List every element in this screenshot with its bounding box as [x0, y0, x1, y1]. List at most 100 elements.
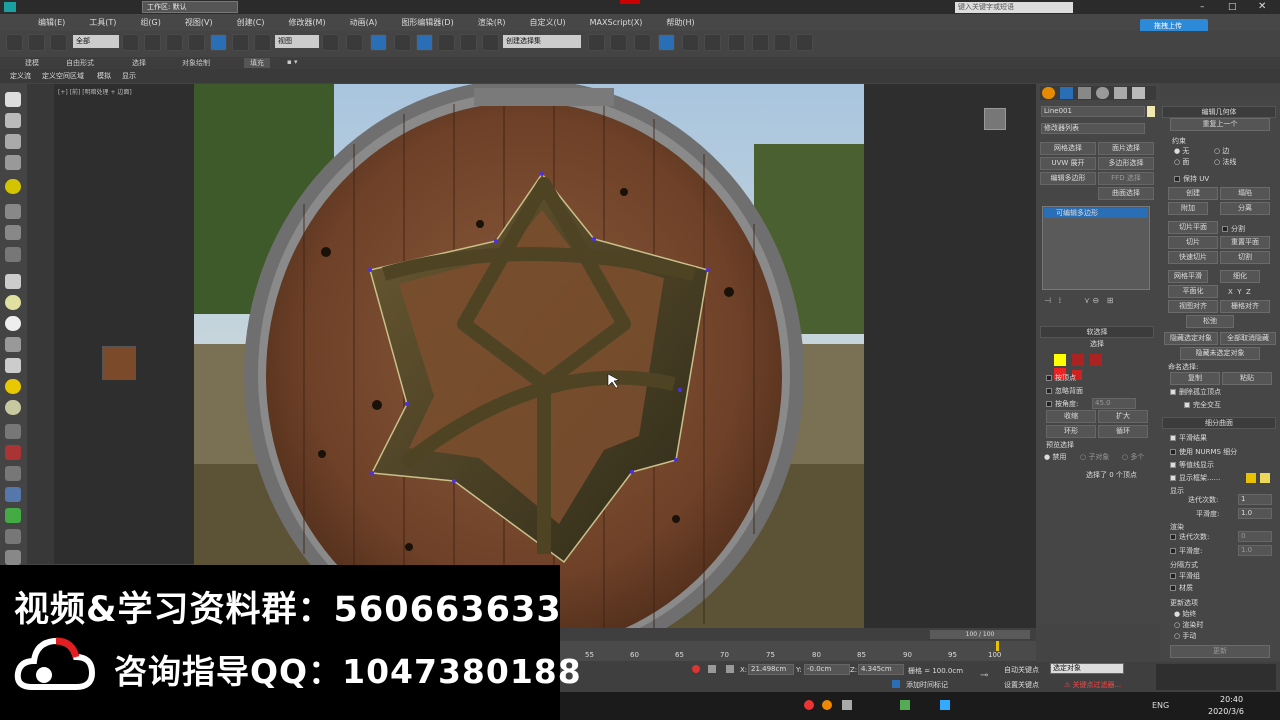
render-setup-icon[interactable]	[752, 34, 769, 51]
mirror-icon[interactable]	[588, 34, 605, 51]
slice-plane-button[interactable]: 切片平面	[1168, 221, 1218, 234]
plane-icon[interactable]	[5, 134, 21, 149]
key-filters-button[interactable]: ⚠ 关键点过滤器...	[1064, 680, 1121, 690]
menu-graph-editors[interactable]: 图形编辑器(D)	[389, 17, 465, 28]
split-checkbox[interactable]	[1222, 226, 1228, 232]
paste-button[interactable]: 粘贴	[1222, 372, 1272, 385]
track-bar[interactable]: 55 60 65 70 75 80 85 90 95 100	[560, 641, 1036, 661]
rotate-tool-icon[interactable]	[5, 225, 21, 240]
shrink-button[interactable]: 收缩	[1046, 410, 1096, 423]
subdivision-surface-header[interactable]: 细分曲面	[1162, 417, 1276, 429]
select-rotate-icon[interactable]	[232, 34, 249, 51]
search-input[interactable]: 键入关键字或短语	[955, 2, 1073, 13]
cage-color-swatch[interactable]	[1246, 473, 1256, 483]
preview-multi-radio[interactable]: ○ 多个	[1122, 452, 1144, 462]
simulate[interactable]: 模拟	[97, 71, 111, 81]
update-rendering-radio[interactable]: ○ 渲染时	[1174, 620, 1203, 630]
select-scale-icon[interactable]	[254, 34, 271, 51]
close-icon[interactable]: ✕	[1258, 1, 1266, 12]
delete-isolated-checkbox[interactable]	[1170, 389, 1176, 395]
update-manual-radio[interactable]: ○ 手动	[1174, 631, 1196, 641]
playback-controls[interactable]	[1156, 664, 1276, 690]
viewport-label[interactable]: [+] [前] [明暗处理 + 边面]	[58, 87, 132, 96]
view-align-button[interactable]: 视图对齐	[1168, 300, 1218, 313]
app-icon-green[interactable]	[900, 700, 910, 710]
lock-icon[interactable]	[708, 665, 716, 673]
viewport-right-area[interactable]	[864, 84, 1036, 629]
planar-axis-buttons[interactable]: X Y Z	[1228, 288, 1251, 296]
menu-animation[interactable]: 动画(A)	[338, 17, 390, 28]
x-coordinate-field[interactable]: 21.498cm	[748, 664, 794, 675]
constraint-none-radio[interactable]: ● 无	[1174, 146, 1189, 156]
dome-icon[interactable]	[5, 295, 21, 310]
abs-mode-icon[interactable]	[726, 665, 734, 673]
detach-button[interactable]: 分离	[1220, 202, 1270, 215]
menu-create[interactable]: 创建(C)	[225, 17, 277, 28]
percent-snap-icon[interactable]	[438, 34, 455, 51]
link-icon[interactable]	[6, 34, 23, 51]
align-icon[interactable]	[610, 34, 627, 51]
soft-selection-rollout[interactable]: 软选择	[1040, 326, 1154, 338]
ignore-backfacing-checkbox[interactable]	[1046, 388, 1052, 394]
utilities-tab-icon[interactable]	[1132, 87, 1145, 99]
tab-selection[interactable]: 选择	[132, 58, 146, 68]
viewport-scene[interactable]	[194, 84, 864, 629]
meshsmooth-button[interactable]: 网格平滑	[1168, 270, 1208, 283]
vertex-level-icon[interactable]	[1054, 354, 1066, 366]
menu-tools[interactable]: 工具(T)	[77, 17, 128, 28]
set-key-button[interactable]: 设置关键点	[1004, 680, 1039, 690]
hierarchy-tab-icon[interactable]	[1078, 87, 1091, 99]
viewcube-icon[interactable]	[984, 108, 1006, 130]
grid-icon[interactable]	[5, 155, 21, 170]
edit-named-sets-icon[interactable]	[482, 34, 499, 51]
key-icon[interactable]: ⊸	[980, 670, 988, 681]
schematic-view-icon[interactable]	[704, 34, 721, 51]
render-smoothness-checkbox[interactable]	[1170, 548, 1176, 554]
layer-explorer-icon[interactable]	[634, 34, 651, 51]
ffd-select-button[interactable]: FFD 选择	[1098, 172, 1154, 185]
surface-select-button[interactable]: 曲面选择	[1098, 187, 1154, 200]
ribbon-options-icon[interactable]: ▪ ▾	[287, 58, 297, 66]
sun-icon[interactable]	[5, 379, 21, 394]
curve-editor-icon[interactable]	[682, 34, 699, 51]
repeat-last-button[interactable]: 重复上一个	[1170, 118, 1270, 131]
constraint-edge-radio[interactable]: ○ 边	[1214, 146, 1229, 156]
hide-selected-button[interactable]: 隐藏选定对象	[1164, 332, 1218, 345]
border-level-icon[interactable]	[1090, 354, 1102, 366]
select-object-icon[interactable]	[122, 34, 139, 51]
key-mode-dropdown[interactable]: 选定对象	[1050, 663, 1124, 674]
window-crossing-icon[interactable]	[188, 34, 205, 51]
rect-selection-icon[interactable]	[166, 34, 183, 51]
workspace-selector[interactable]: 工作区: 默认	[142, 1, 238, 13]
relax-button[interactable]: 松弛	[1186, 315, 1234, 328]
isolate-icon[interactable]	[692, 665, 700, 673]
select-move-icon[interactable]	[210, 34, 227, 51]
box-icon[interactable]	[5, 113, 21, 128]
menu-modifiers[interactable]: 修改器(M)	[276, 17, 337, 28]
scale-tool-icon[interactable]	[5, 247, 21, 262]
modifier-list-dropdown[interactable]: 修改器列表	[1041, 123, 1145, 134]
app-icon-orange[interactable]	[822, 700, 832, 710]
copy-button[interactable]: 复制	[1170, 372, 1220, 385]
materials-checkbox[interactable]	[1170, 585, 1176, 591]
create-button[interactable]: 创建	[1168, 187, 1218, 200]
modifier-stack[interactable]: 可编辑多边形	[1042, 206, 1150, 290]
tab-object-paint[interactable]: 对象绘制	[182, 58, 210, 68]
menu-view[interactable]: 视图(V)	[173, 17, 225, 28]
settings-icon[interactable]	[5, 550, 21, 565]
app-icon-red[interactable]	[804, 700, 814, 710]
rendered-frame-icon[interactable]	[774, 34, 791, 51]
uvw-unwrap-button[interactable]: UVW 展开	[1040, 157, 1096, 170]
object-color-swatch[interactable]	[1147, 106, 1155, 117]
paint-icon[interactable]	[5, 445, 21, 460]
cone-icon[interactable]	[5, 358, 21, 373]
smoothness-spinner[interactable]: 1.0	[1238, 508, 1272, 519]
tab-freeform[interactable]: 自由形式	[66, 58, 94, 68]
cylinder-icon[interactable]	[5, 337, 21, 352]
slice-button[interactable]: 切片	[1168, 236, 1218, 249]
material-editor-icon[interactable]	[728, 34, 745, 51]
selection-rollout[interactable]: 选择	[1040, 339, 1154, 351]
render-smoothness-spinner[interactable]: 1.0	[1238, 545, 1272, 556]
constraint-face-radio[interactable]: ○ 面	[1174, 157, 1189, 167]
viewport-left-area[interactable]: [+] [前] [明暗处理 + 边面]	[54, 84, 194, 564]
